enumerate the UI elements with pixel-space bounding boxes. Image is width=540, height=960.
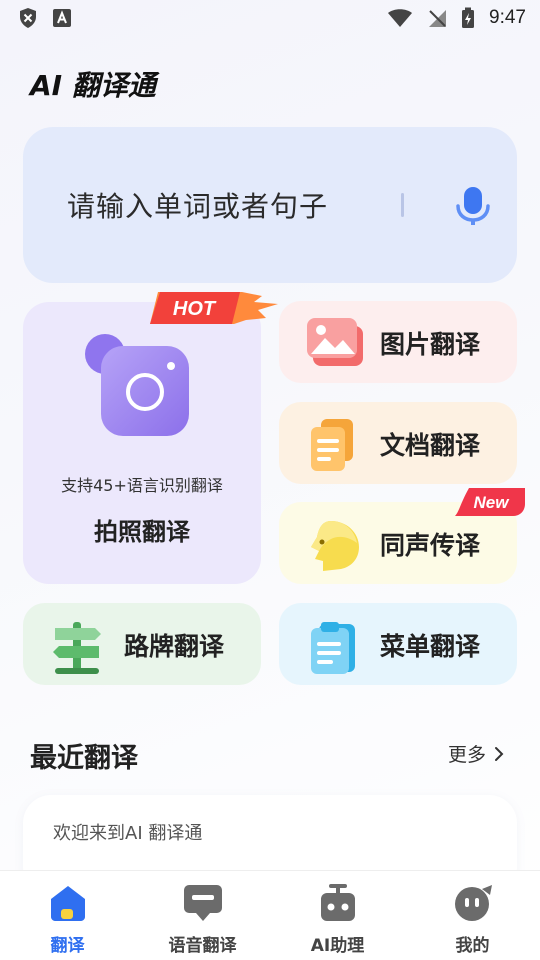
- hot-badge: HOT: [150, 292, 278, 324]
- sign-translate-label: 路牌翻译: [124, 632, 225, 661]
- photo-translate-title: 拍照翻译: [94, 518, 190, 546]
- recent-item-text: 欢迎来到AI 翻译通: [53, 823, 203, 844]
- search-divider: [401, 193, 404, 217]
- tab-ai-assistant-label: AI助理: [310, 936, 365, 956]
- search-input[interactable]: 请输入单词或者句子: [23, 127, 517, 283]
- no-signal-icon: [429, 10, 447, 27]
- image-translate-label: 图片翻译: [380, 330, 481, 359]
- image-translate-card[interactable]: 图片翻译: [279, 301, 517, 383]
- more-link[interactable]: 更多: [448, 740, 504, 767]
- sign-translate-card[interactable]: 路牌翻译: [23, 603, 261, 685]
- shield-x-icon: [20, 8, 36, 28]
- bottom-tab-bar: 翻译 语音翻译 AI助理 我的: [0, 870, 540, 960]
- tab-ai-assistant[interactable]: AI助理: [270, 871, 405, 960]
- more-label: 更多: [448, 744, 487, 766]
- tab-voice-translate[interactable]: 语音翻译: [135, 871, 270, 960]
- status-time: 9:47: [489, 7, 526, 28]
- head-icon: [311, 521, 359, 571]
- tab-profile-label: 我的: [455, 936, 490, 956]
- profile-icon: [455, 885, 492, 921]
- microphone-icon[interactable]: [453, 185, 493, 227]
- photo-translate-card[interactable]: 支持45+语言识别翻译 拍照翻译: [23, 302, 261, 584]
- tab-profile[interactable]: 我的: [405, 871, 540, 960]
- simultaneous-interpretation-label: 同声传译: [380, 531, 481, 560]
- document-icon: [311, 419, 353, 471]
- photo-translate-subtitle: 支持45+语言识别翻译: [61, 476, 223, 495]
- status-bar: 9:47: [0, 0, 540, 36]
- hot-badge-label: HOT: [173, 298, 217, 320]
- battery-charging-icon: [462, 7, 475, 28]
- search-placeholder: 请输入单词或者句子: [67, 190, 329, 223]
- chevron-right-icon: [495, 746, 504, 761]
- clipboard-icon: [311, 622, 355, 674]
- home-icon: [51, 886, 85, 921]
- menu-translate-label: 菜单翻译: [380, 632, 481, 661]
- font-a-icon: [53, 9, 71, 27]
- wifi-icon: [388, 9, 413, 27]
- recent-section-title: 最近翻译: [30, 743, 138, 774]
- document-translate-card[interactable]: 文档翻译: [279, 402, 517, 484]
- new-badge: New: [455, 488, 525, 516]
- chat-icon: [184, 885, 222, 921]
- camera-icon: [85, 334, 189, 436]
- tab-translate-label: 翻译: [50, 936, 85, 956]
- menu-translate-card[interactable]: 菜单翻译: [279, 603, 517, 685]
- signpost-icon: [53, 622, 101, 674]
- new-badge-label: New: [474, 493, 511, 512]
- document-translate-label: 文档翻译: [380, 431, 481, 460]
- app-title: AI 翻译通: [30, 69, 156, 102]
- tab-translate[interactable]: 翻译: [0, 871, 135, 960]
- image-icon: [307, 318, 363, 366]
- robot-icon: [321, 884, 355, 921]
- tab-voice-translate-label: 语音翻译: [168, 936, 237, 956]
